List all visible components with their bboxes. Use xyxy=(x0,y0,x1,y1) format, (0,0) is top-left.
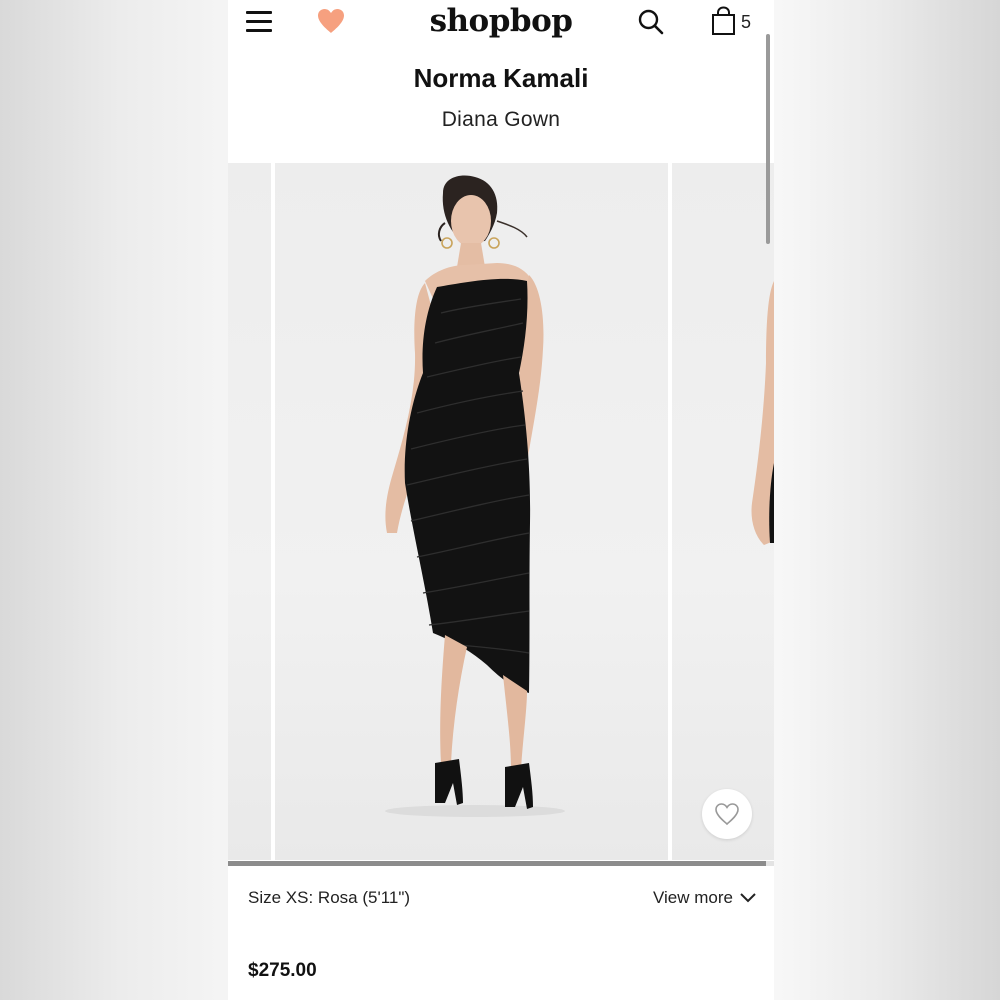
gallery-progress-fill xyxy=(228,861,766,866)
chevron-down-icon xyxy=(740,893,756,903)
gallery-slide-previous[interactable] xyxy=(228,163,271,860)
shopping-bag-button[interactable]: 5 xyxy=(711,6,761,36)
gallery-slide-main[interactable] xyxy=(275,163,668,860)
shopping-bag-icon xyxy=(712,6,735,35)
search-icon[interactable] xyxy=(637,8,665,36)
model-in-black-gown-image xyxy=(385,175,565,817)
gallery-progress-bar xyxy=(228,861,774,866)
view-more-button[interactable]: View more xyxy=(653,887,756,909)
product-page: shopbop 5 Norma Kamali Diana Gown Size X… xyxy=(228,0,774,1000)
add-to-favorites-button[interactable] xyxy=(702,789,752,839)
top-navigation-bar: shopbop 5 xyxy=(228,0,774,44)
view-more-label: View more xyxy=(653,888,733,907)
heart-outline-icon xyxy=(715,803,739,826)
model-size-info: Size XS: Rosa (5'11") xyxy=(248,888,411,907)
product-price: $275.00 xyxy=(248,960,317,981)
product-image-gallery[interactable] xyxy=(228,163,774,860)
gallery-slide-next[interactable] xyxy=(672,163,774,860)
product-brand[interactable]: Norma Kamali xyxy=(228,62,774,94)
bag-item-count: 5 xyxy=(741,12,752,32)
shopbop-logo[interactable]: shopbop xyxy=(228,0,774,42)
page-scrollbar[interactable] xyxy=(766,34,770,244)
product-name: Diana Gown xyxy=(441,108,561,131)
next-model-image xyxy=(751,281,774,545)
